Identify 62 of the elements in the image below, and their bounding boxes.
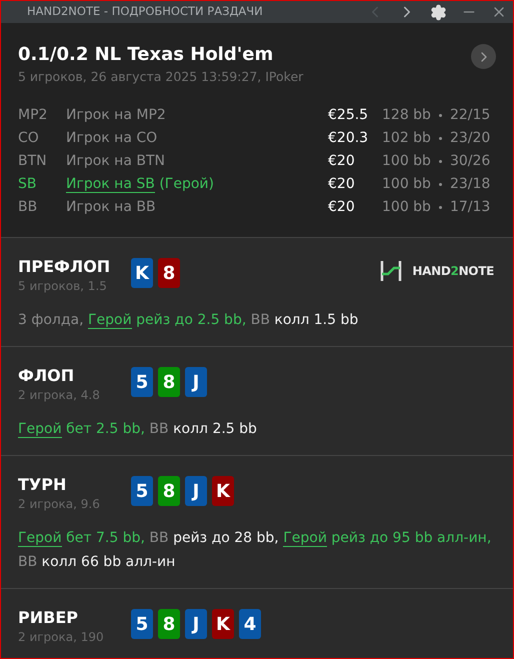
playing-card: J [185, 609, 207, 639]
player-name[interactable]: Игрок на SB [66, 176, 155, 193]
player-stack: €20 [328, 198, 356, 217]
player-position: SB [18, 175, 38, 194]
playing-card: 5 [131, 476, 153, 506]
player-position: BB [18, 198, 38, 217]
window-title: HAND2NOTE - ПОДРОБНОСТИ РАЗДАЧИ [27, 3, 263, 20]
logo-text: HAND2NOTE [412, 263, 494, 280]
hand-subtitle: 5 игроков, 26 августа 2025 13:59:27, IPoker [18, 68, 304, 86]
street-title: РИВЕР [18, 607, 79, 629]
hand-title: 0.1/0.2 NL Texas Hold'em [18, 43, 274, 67]
player-stack: €20 [328, 175, 356, 194]
playing-card: K [131, 258, 153, 288]
action-line: Герой бет 7.5 bb, BB рейз до 28 bb, Герой рейз до 95 bb алл-ин, BB колл 66 bb алл-ин [18, 529, 492, 572]
playing-card: K [212, 609, 234, 639]
logo-icon [380, 260, 402, 282]
street-title: ТУРН [18, 474, 68, 496]
playing-card: 8 [158, 609, 180, 639]
player-stack-bb: 100 bb [382, 175, 431, 194]
player-stack-bb: 128 bb [382, 106, 431, 125]
playing-card: 8 [158, 476, 180, 506]
player-stack: €20 [328, 152, 356, 171]
hero-link[interactable]: Герой [88, 312, 132, 329]
street-title: ФЛОП [18, 365, 76, 387]
player-stats: 17/13 [450, 198, 490, 217]
player-stack: €25.5 [328, 106, 370, 125]
player-stack-bb: 100 bb [382, 152, 431, 171]
street-info: 5 игроков, 1.5 [18, 278, 108, 295]
player-position: BTN [18, 152, 48, 171]
street-info: 2 игрока, 9.6 [18, 496, 101, 513]
player-name[interactable]: Игрок на BTN [66, 153, 165, 169]
playing-card: J [185, 476, 207, 506]
playing-card: 4 [239, 609, 261, 639]
player-stats: 23/20 [450, 129, 490, 148]
playing-card: J [185, 367, 207, 397]
player-stats: 23/18 [450, 175, 490, 194]
settings-icon[interactable] [430, 4, 447, 20]
next-hand-button[interactable] [471, 44, 496, 69]
action-line: 3 фолда, Герой рейз до 2.5 bb, BB колл 1.5 bb [18, 311, 360, 331]
player-stack-bb: 100 bb [382, 198, 431, 217]
playing-card: 8 [158, 367, 180, 397]
hero-link[interactable]: Герой [283, 530, 327, 547]
hero-link[interactable]: Герой [18, 421, 62, 438]
player-name[interactable]: Игрок на CO [66, 130, 158, 146]
player-position: CO [18, 129, 40, 148]
hero-link[interactable]: Герой [18, 530, 62, 547]
hero-tag: (Герой) [154, 176, 214, 192]
street-info: 2 игрока, 190 [18, 629, 105, 646]
street-info: 2 игрока, 4.8 [18, 387, 101, 404]
action-line: Герой бет 2.5 bb, BB колл 2.5 bb [18, 420, 258, 440]
playing-card: 5 [131, 367, 153, 397]
player-stack: €20.3 [328, 129, 370, 148]
player-stats: 22/15 [450, 106, 490, 125]
street-title: ПРЕФЛОП [18, 256, 112, 278]
player-position: MP2 [18, 106, 48, 125]
playing-card: 5 [131, 609, 153, 639]
playing-card: K [212, 476, 234, 506]
player-name[interactable]: Игрок на BB [66, 199, 156, 215]
player-stats: 30/26 [450, 152, 490, 171]
playing-card: 8 [158, 258, 180, 288]
player-stack-bb: 102 bb [382, 129, 431, 148]
player-name[interactable]: Игрок на MP2 [66, 107, 166, 123]
